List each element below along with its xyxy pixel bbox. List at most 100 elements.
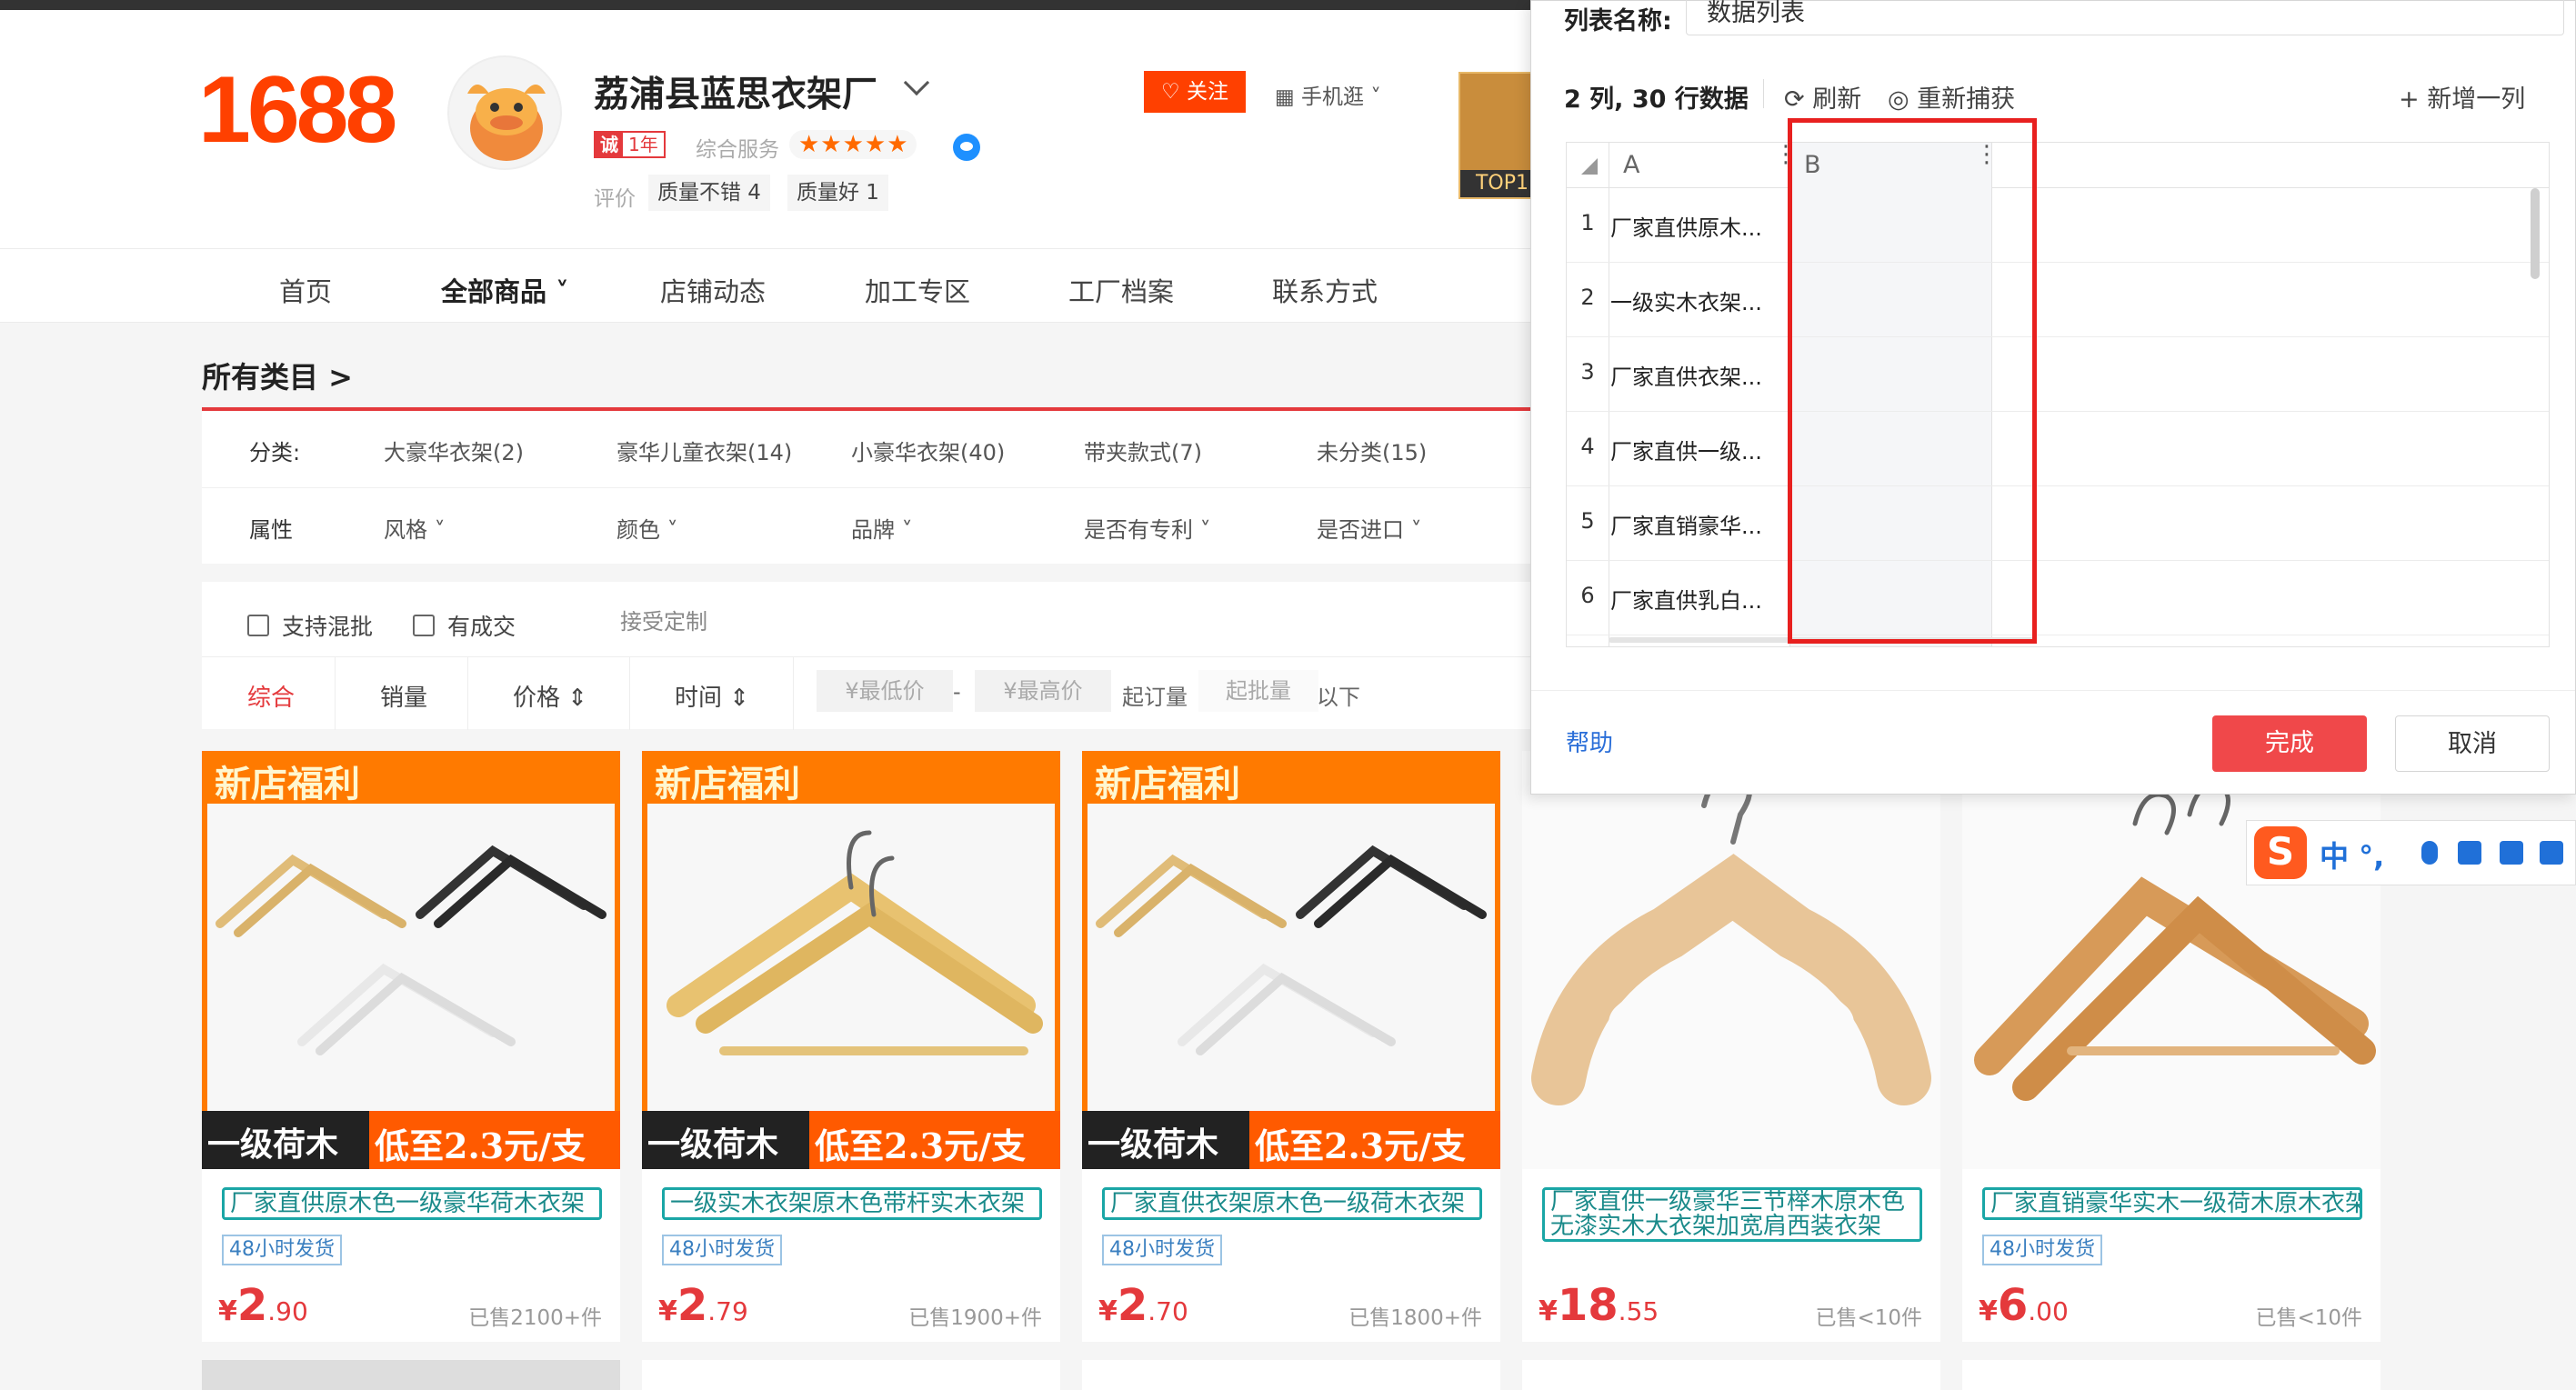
price-dec: .79 [707, 1296, 748, 1326]
nav-factory-profile[interactable]: 工厂档案 [1068, 271, 1174, 309]
product-card[interactable]: 厂家直供一级豪华三节榉木原木色无漆实木大衣架加宽肩西装衣架 ¥18.55 已售<… [1522, 751, 1940, 1342]
product-card-next[interactable] [202, 1360, 620, 1390]
price-dec: .55 [1618, 1296, 1659, 1326]
follow-button[interactable]: ♡ 关注 [1144, 71, 1246, 113]
mobile-browse-button[interactable]: ▦ 手机逛 ˅ [1275, 79, 1381, 110]
cancel-button[interactable]: 取消 [2395, 715, 2550, 772]
product-card-next[interactable] [642, 1360, 1060, 1390]
all-categories-title[interactable]: 所有类目 > [202, 355, 353, 396]
price-currency: ¥ [1979, 1295, 1998, 1327]
vertical-scrollbar[interactable] [2531, 188, 2540, 279]
row-number: 6 [1580, 583, 1595, 608]
attr-brand-dropdown[interactable]: 品牌 ˅ [851, 512, 913, 544]
product-image[interactable]: 新店福利 一级荷木 低至2.3元/支 [202, 751, 620, 1169]
mixed-batch-checkbox[interactable]: 支持混批 [247, 609, 373, 642]
product-card-next[interactable] [1522, 1360, 1940, 1390]
checkbox-box[interactable] [413, 615, 435, 636]
promo-bottom-banner: 一级荷木 低至2.3元/支 [202, 1111, 620, 1169]
column-a-label: A [1623, 151, 1640, 179]
table-row[interactable]: 5 厂家直销豪华... [1567, 486, 2549, 561]
attr-import-dropdown[interactable]: 是否进口 ˅ [1317, 512, 1422, 544]
nav-all-products[interactable]: 全部商品 ˅ [441, 271, 569, 309]
sort-price[interactable]: 价格 ⇕ [513, 679, 587, 713]
min-price-input[interactable]: ¥最低价 [817, 670, 953, 712]
sold-count: 已售<10件 [1815, 1306, 1922, 1330]
help-link[interactable]: 帮助 [1566, 725, 1613, 758]
class-option[interactable]: 未分类(15) [1317, 435, 1427, 466]
sort-sales[interactable]: 销量 [380, 679, 427, 713]
custom-order-filter[interactable]: 接受定制 [620, 604, 707, 635]
attr-style-dropdown[interactable]: 风格 ˅ [384, 512, 446, 544]
moq-input[interactable]: 起批量 [1198, 670, 1318, 712]
product-card-next[interactable] [1082, 1360, 1500, 1390]
product-title[interactable]: 厂家直销豪华实木一级荷木原木衣架 [1982, 1187, 2362, 1220]
keyboard-icon[interactable] [2458, 841, 2481, 865]
refresh-button[interactable]: ⟳ 刷新 [1784, 79, 1861, 115]
nav-home[interactable]: 首页 [279, 271, 332, 309]
column-menu-icon[interactable]: ⋮ [1774, 143, 1798, 166]
product-card[interactable]: 新店福利 一级荷木 低至2.3元/支 厂家直供原木色一级豪华荷木衣架 48小时发… [202, 751, 620, 1342]
shop-name[interactable]: 荔浦县蓝思衣架厂 [594, 66, 877, 117]
select-all-corner[interactable] [1567, 143, 1609, 188]
cell-a[interactable]: 厂家直供乳白... [1610, 583, 1783, 615]
table-row[interactable]: 2 一级实木衣架... [1567, 263, 2549, 337]
ime-logo-icon[interactable]: S [2254, 826, 2307, 879]
eval-label: 评价 [594, 187, 636, 211]
product-price: ¥18.55 [1539, 1280, 1659, 1331]
table-row[interactable]: 6 厂家直供乳白... [1567, 561, 2549, 635]
recapture-button[interactable]: ◎ 重新捕获 [1888, 79, 2015, 115]
cell-a[interactable]: 厂家直销豪华... [1610, 508, 1783, 540]
has-deal-checkbox[interactable]: 有成交 [413, 609, 516, 642]
column-a-header[interactable]: A ⋮ [1609, 143, 1798, 188]
cell-a[interactable]: 厂家直供原木... [1610, 210, 1783, 242]
chat-icon[interactable] [953, 134, 980, 161]
cell-a[interactable]: 厂家直供衣架... [1610, 359, 1783, 391]
table-row[interactable]: 3 厂家直供衣架... [1567, 337, 2549, 412]
shop-header: 1688 荔浦县蓝思衣架厂 诚 1年 综合服务 ★★★★★ 评价 质量不错 4 … [0, 10, 1546, 248]
class-option[interactable]: 小豪华衣架(40) [851, 435, 1005, 466]
shop-avatar[interactable] [447, 55, 562, 170]
gamepad-icon[interactable] [2540, 841, 2563, 865]
site-logo[interactable]: 1688 [198, 63, 397, 157]
max-price-input[interactable]: ¥最高价 [975, 670, 1111, 712]
add-column-button[interactable]: + 新增一列 [2399, 79, 2525, 115]
nav-processing[interactable]: 加工专区 [865, 271, 970, 309]
product-card-next[interactable] [1962, 1360, 2381, 1390]
cell-a[interactable]: 一级实木衣架... [1610, 285, 1783, 316]
promo-frame [202, 751, 620, 1169]
checkbox-box[interactable] [247, 615, 269, 636]
attr-color-dropdown[interactable]: 颜色 ˅ [616, 512, 678, 544]
class-option[interactable]: 豪华儿童衣架(14) [616, 435, 792, 466]
eval-tag: 质量好 1 [787, 175, 888, 211]
table-row[interactable]: 1 厂家直供原木... [1567, 188, 2549, 263]
product-image[interactable]: 新店福利 一级荷木 低至2.3元/支 [1082, 751, 1500, 1169]
class-row: 分类: 大豪华衣架(2) 豪华儿童衣架(14) 小豪华衣架(40) 带夹款式(7… [202, 411, 1546, 487]
product-card[interactable]: 新店福利 一级荷木 低至2.3元/支 一级实木衣架原木色带杆实木衣架 48小时发… [642, 751, 1060, 1342]
sort-time[interactable]: 时间 ⇕ [675, 679, 749, 713]
nav-contact[interactable]: 联系方式 [1272, 271, 1378, 309]
promo-top-banner: 新店福利 [642, 751, 1060, 805]
product-title[interactable]: 厂家直供衣架原木色一级荷木衣架 [1102, 1187, 1482, 1220]
product-title[interactable]: 一级实木衣架原木色带杆实木衣架 [662, 1187, 1042, 1220]
mic-icon[interactable] [2421, 841, 2438, 865]
class-option[interactable]: 大豪华衣架(2) [384, 435, 524, 466]
product-card[interactable]: 新店福利 一级荷木 低至2.3元/支 厂家直供衣架原木色一级荷木衣架 48小时发… [1082, 751, 1500, 1342]
product-image[interactable]: 新店福利 一级荷木 低至2.3元/支 [642, 751, 1060, 1169]
shirt-icon[interactable] [2500, 841, 2523, 865]
grid-header: A ⋮ B ⋮ [1567, 143, 2549, 188]
cell-a[interactable]: 厂家直供一级... [1610, 434, 1783, 465]
class-option[interactable]: 带夹款式(7) [1084, 435, 1202, 466]
list-name-input[interactable]: 数据列表 [1686, 0, 2564, 35]
sort-comprehensive[interactable]: 综合 [247, 679, 295, 713]
product-title[interactable]: 厂家直供原木色一级豪华荷木衣架 [222, 1187, 602, 1220]
table-row[interactable]: 4 厂家直供一级... [1567, 412, 2549, 486]
chevron-down-icon[interactable] [903, 69, 930, 96]
done-button[interactable]: 完成 [2212, 715, 2367, 772]
product-image[interactable] [1962, 751, 2381, 1169]
product-image[interactable] [1522, 751, 1940, 1169]
attr-patent-dropdown[interactable]: 是否有专利 ˅ [1084, 512, 1211, 544]
nav-shop-news[interactable]: 店铺动态 [660, 271, 766, 309]
price-int: 2 [677, 1280, 708, 1331]
product-title[interactable]: 厂家直供一级豪华三节榉木原木色无漆实木大衣架加宽肩西装衣架 [1542, 1187, 1922, 1242]
ime-mode-toggle[interactable]: 中 °, [2320, 834, 2384, 875]
